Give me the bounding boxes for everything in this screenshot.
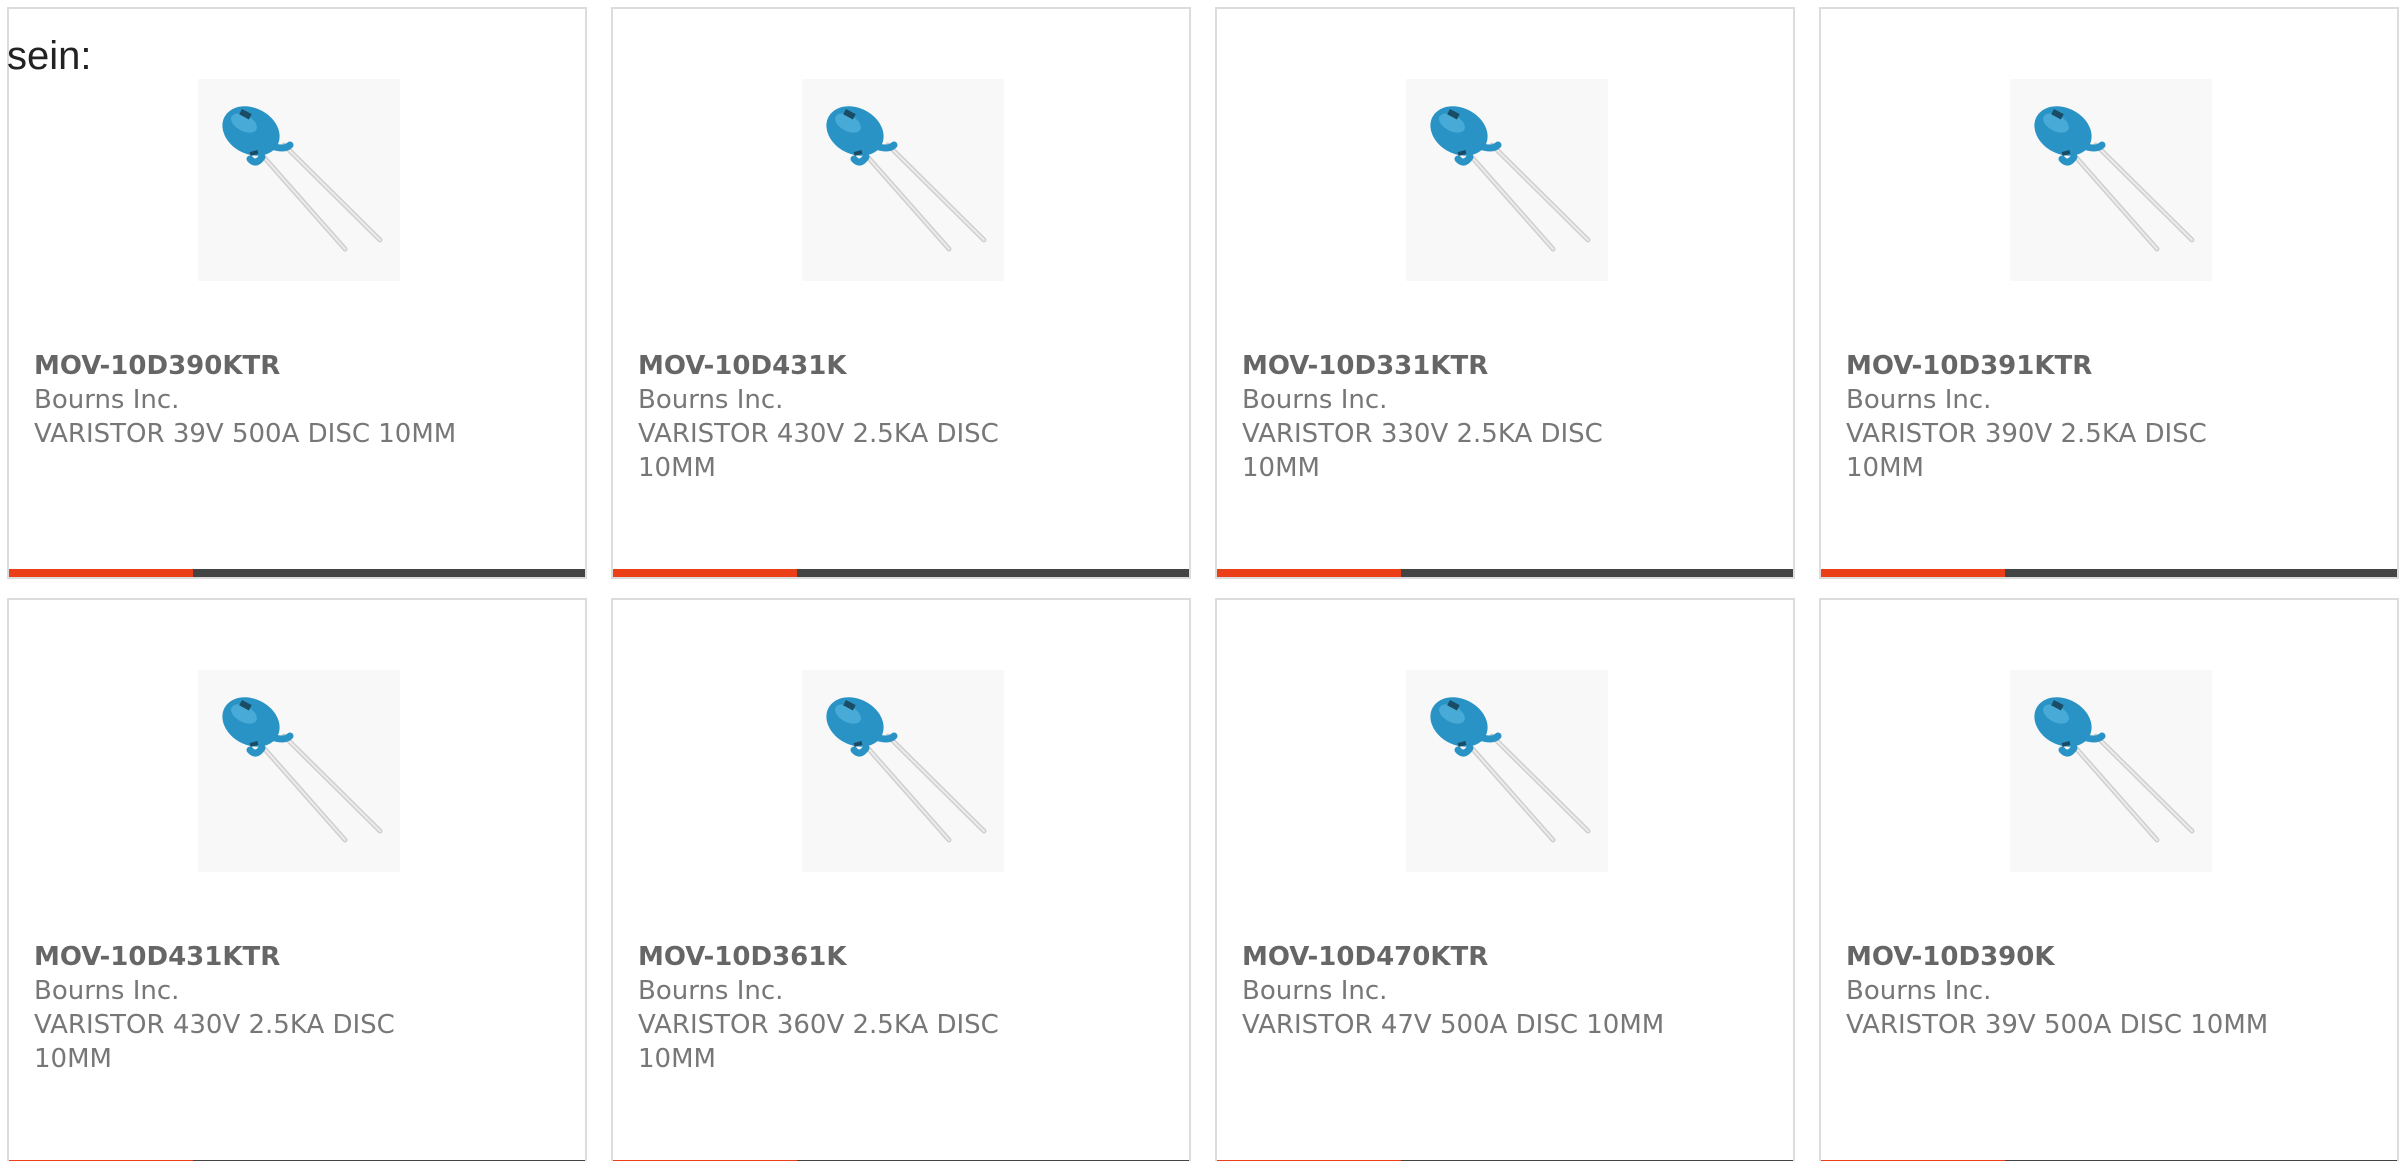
product-info: MOV-10D391KTR Bourns Inc. VARISTOR 390V … — [1846, 349, 2286, 485]
progress-bar — [1217, 569, 1793, 577]
product-info: MOV-10D361K Bourns Inc. VARISTOR 360V 2.… — [638, 940, 1078, 1076]
product-card[interactable]: MOV-10D390KTR Bourns Inc. VARISTOR 39V 5… — [7, 7, 587, 579]
part-number[interactable]: MOV-10D431KTR — [34, 940, 474, 974]
product-card[interactable]: MOV-10D431KTR Bourns Inc. VARISTOR 430V … — [7, 598, 587, 1161]
product-info: MOV-10D470KTR Bourns Inc. VARISTOR 47V 5… — [1242, 940, 1682, 1042]
product-info: MOV-10D431K Bourns Inc. VARISTOR 430V 2.… — [638, 349, 1078, 485]
progress-bar-fill — [9, 569, 194, 577]
part-number[interactable]: MOV-10D391KTR — [1846, 349, 2286, 383]
product-card[interactable]: MOV-10D361K Bourns Inc. VARISTOR 360V 2.… — [611, 598, 1191, 1161]
progress-bar-fill — [1821, 569, 2006, 577]
progress-bar — [9, 569, 585, 577]
varistor-disc-icon[interactable] — [802, 79, 1004, 281]
product-description: VARISTOR 430V 2.5KA DISC 10MM — [638, 419, 999, 483]
product-info: MOV-10D390K Bourns Inc. VARISTOR 39V 500… — [1846, 940, 2286, 1042]
product-card[interactable]: MOV-10D391KTR Bourns Inc. VARISTOR 390V … — [1819, 7, 2399, 579]
varistor-disc-icon[interactable] — [1406, 79, 1608, 281]
part-number[interactable]: MOV-10D331KTR — [1242, 349, 1682, 383]
product-description: VARISTOR 47V 500A DISC 10MM — [1242, 1010, 1665, 1040]
product-card[interactable]: MOV-10D470KTR Bourns Inc. VARISTOR 47V 5… — [1215, 598, 1795, 1161]
progress-bar — [613, 569, 1189, 577]
product-card[interactable]: MOV-10D431K Bourns Inc. VARISTOR 430V 2.… — [611, 7, 1191, 579]
manufacturer: Bourns Inc. — [638, 976, 784, 1006]
varistor-disc-icon[interactable] — [802, 670, 1004, 872]
varistor-disc-icon[interactable] — [1406, 670, 1608, 872]
part-number[interactable]: MOV-10D431K — [638, 349, 1078, 383]
product-info: MOV-10D331KTR Bourns Inc. VARISTOR 330V … — [1242, 349, 1682, 485]
varistor-disc-icon[interactable] — [198, 670, 400, 872]
product-info: MOV-10D431KTR Bourns Inc. VARISTOR 430V … — [34, 940, 474, 1076]
varistor-disc-icon[interactable] — [2010, 79, 2212, 281]
progress-bar — [1821, 569, 2397, 577]
part-number[interactable]: MOV-10D390K — [1846, 940, 2286, 974]
part-number[interactable]: MOV-10D361K — [638, 940, 1078, 974]
product-card[interactable]: MOV-10D390K Bourns Inc. VARISTOR 39V 500… — [1819, 598, 2399, 1161]
manufacturer: Bourns Inc. — [1846, 976, 1992, 1006]
manufacturer: Bourns Inc. — [638, 385, 784, 415]
manufacturer: Bourns Inc. — [34, 385, 180, 415]
progress-bar-fill — [613, 569, 798, 577]
part-number[interactable]: MOV-10D390KTR — [34, 349, 474, 383]
intro-text: sein: — [7, 34, 92, 78]
manufacturer: Bourns Inc. — [1242, 976, 1388, 1006]
manufacturer: Bourns Inc. — [34, 976, 180, 1006]
product-description: VARISTOR 390V 2.5KA DISC 10MM — [1846, 419, 2207, 483]
manufacturer: Bourns Inc. — [1242, 385, 1388, 415]
varistor-disc-icon[interactable] — [198, 79, 400, 281]
product-description: VARISTOR 39V 500A DISC 10MM — [34, 419, 457, 449]
product-description: VARISTOR 360V 2.5KA DISC 10MM — [638, 1010, 999, 1074]
progress-bar-fill — [1217, 569, 1402, 577]
product-description: VARISTOR 330V 2.5KA DISC 10MM — [1242, 419, 1603, 483]
page: sein: MOV-10D390KTR Bourns Inc. VARISTOR… — [0, 0, 2400, 1161]
product-info: MOV-10D390KTR Bourns Inc. VARISTOR 39V 5… — [34, 349, 474, 451]
product-description: VARISTOR 430V 2.5KA DISC 10MM — [34, 1010, 395, 1074]
product-description: VARISTOR 39V 500A DISC 10MM — [1846, 1010, 2269, 1040]
manufacturer: Bourns Inc. — [1846, 385, 1992, 415]
product-card[interactable]: MOV-10D331KTR Bourns Inc. VARISTOR 330V … — [1215, 7, 1795, 579]
varistor-disc-icon[interactable] — [2010, 670, 2212, 872]
part-number[interactable]: MOV-10D470KTR — [1242, 940, 1682, 974]
product-grid: MOV-10D390KTR Bourns Inc. VARISTOR 39V 5… — [7, 7, 2400, 1161]
